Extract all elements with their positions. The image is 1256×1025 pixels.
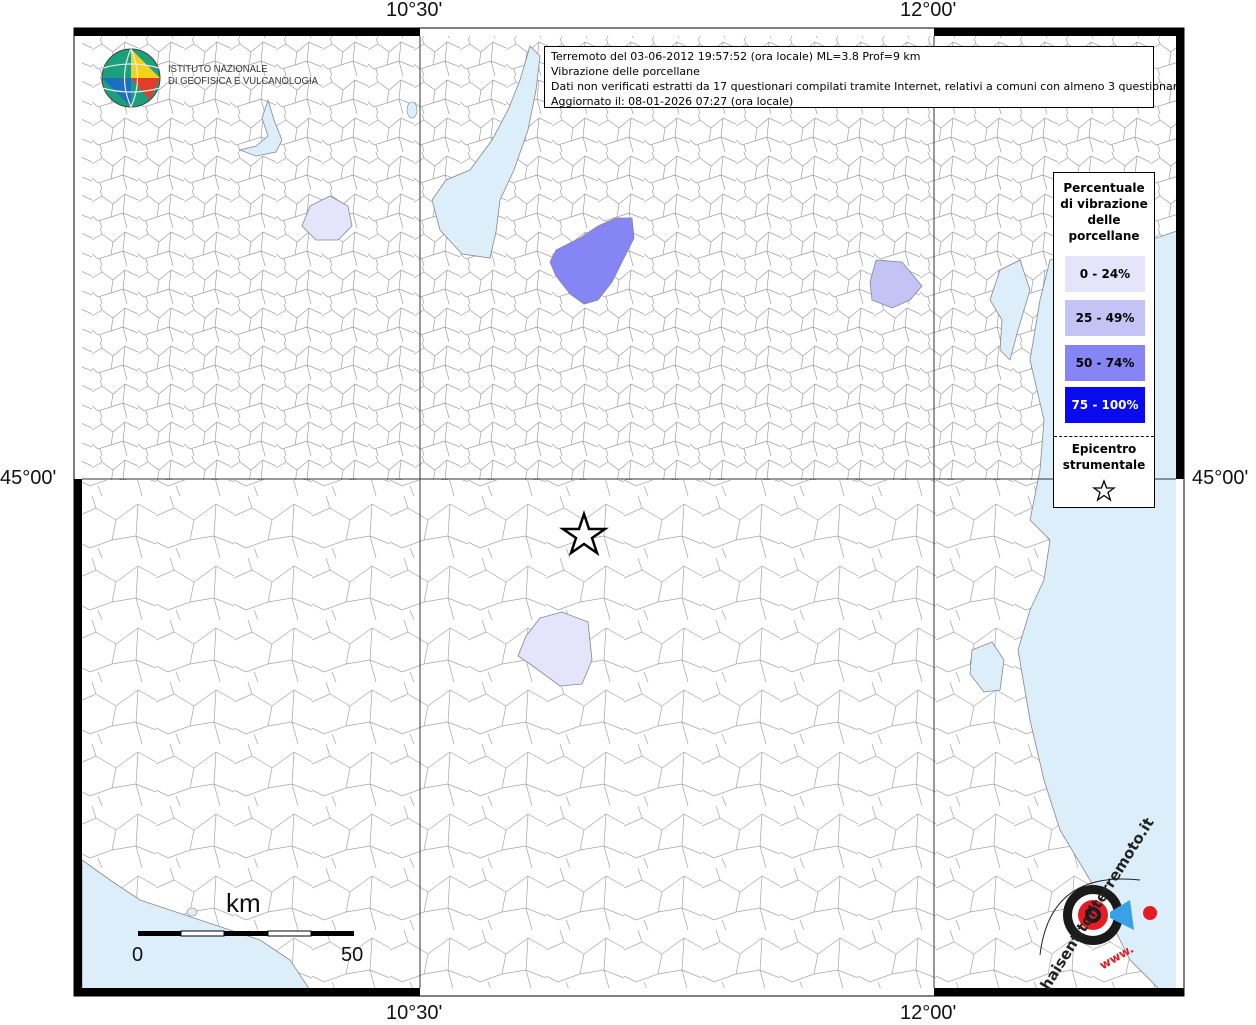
- legend-title-line: delle: [1087, 213, 1121, 227]
- legend-class-0-24: 0 - 24%: [1065, 256, 1145, 292]
- lat-label-right-4500: 45°00': [1192, 467, 1249, 489]
- legend-title: Percentuale di vibrazione delle porcella…: [1054, 180, 1154, 244]
- lake-small-2: [186, 907, 198, 917]
- legend-title-line: di vibrazione: [1060, 197, 1148, 211]
- lon-label-bottom-1200: 12°00': [900, 1002, 957, 1024]
- ingv-logo-text: ISTITUTO NAZIONALE DI GEOFISICA E VULCAN…: [168, 64, 318, 88]
- ingv-globe-icon: [101, 48, 161, 108]
- map-canvas[interactable]: [0, 0, 1256, 1024]
- ingv-logo-line1: ISTITUTO NAZIONALE: [168, 64, 268, 75]
- legend-title-line: porcellane: [1068, 229, 1140, 243]
- legend-class-label: 0 - 24%: [1079, 267, 1131, 281]
- map-subject: Vibrazione delle porcellane: [551, 65, 700, 78]
- lon-label-bottom-1030: 10°30': [386, 1002, 443, 1024]
- lat-label-left-4500: 45°00': [0, 467, 57, 489]
- lon-label-top-1030: 10°30': [386, 0, 443, 21]
- legend-epicenter-line: Epicentro: [1071, 442, 1137, 456]
- legend-class-label: 50 - 74%: [1075, 356, 1135, 370]
- legend-class-label: 75 - 100%: [1071, 398, 1139, 412]
- scale-min: 0: [132, 944, 144, 966]
- legend-star-icon: [1092, 479, 1116, 502]
- legend-epicenter-title: Epicentro strumentale: [1054, 441, 1154, 473]
- legend-epicenter-line: strumentale: [1062, 458, 1146, 472]
- legend-class-label: 25 - 49%: [1075, 311, 1135, 325]
- legend-title-line: Percentuale: [1063, 181, 1145, 195]
- legend-class-50-74: 50 - 74%: [1065, 345, 1145, 381]
- lon-label-top-1200: 12°00': [900, 0, 957, 21]
- ingv-logo-line2: DI GEOFISICA E VULCANOLOGIA: [168, 76, 318, 87]
- scale-bar: [138, 930, 354, 937]
- scale-unit: km: [226, 888, 261, 918]
- event-header: Terremoto del 03-06-2012 19:57:52 (ora l…: [551, 50, 921, 63]
- lake-small-1: [406, 101, 418, 119]
- legend-separator: [1054, 436, 1154, 437]
- event-info-box: Terremoto del 03-06-2012 19:57:52 (ora l…: [544, 46, 1184, 108]
- data-note: Dati non verificati estratti da 17 quest…: [551, 80, 1184, 93]
- legend: Percentuale di vibrazione delle porcella…: [1053, 172, 1155, 508]
- legend-class-75-100: 75 - 100%: [1065, 387, 1145, 423]
- scale-max: 50: [341, 944, 364, 966]
- legend-class-25-49: 25 - 49%: [1065, 300, 1145, 336]
- update-timestamp: Aggiornato il: 08-01-2026 07:27 (ora loc…: [551, 95, 794, 108]
